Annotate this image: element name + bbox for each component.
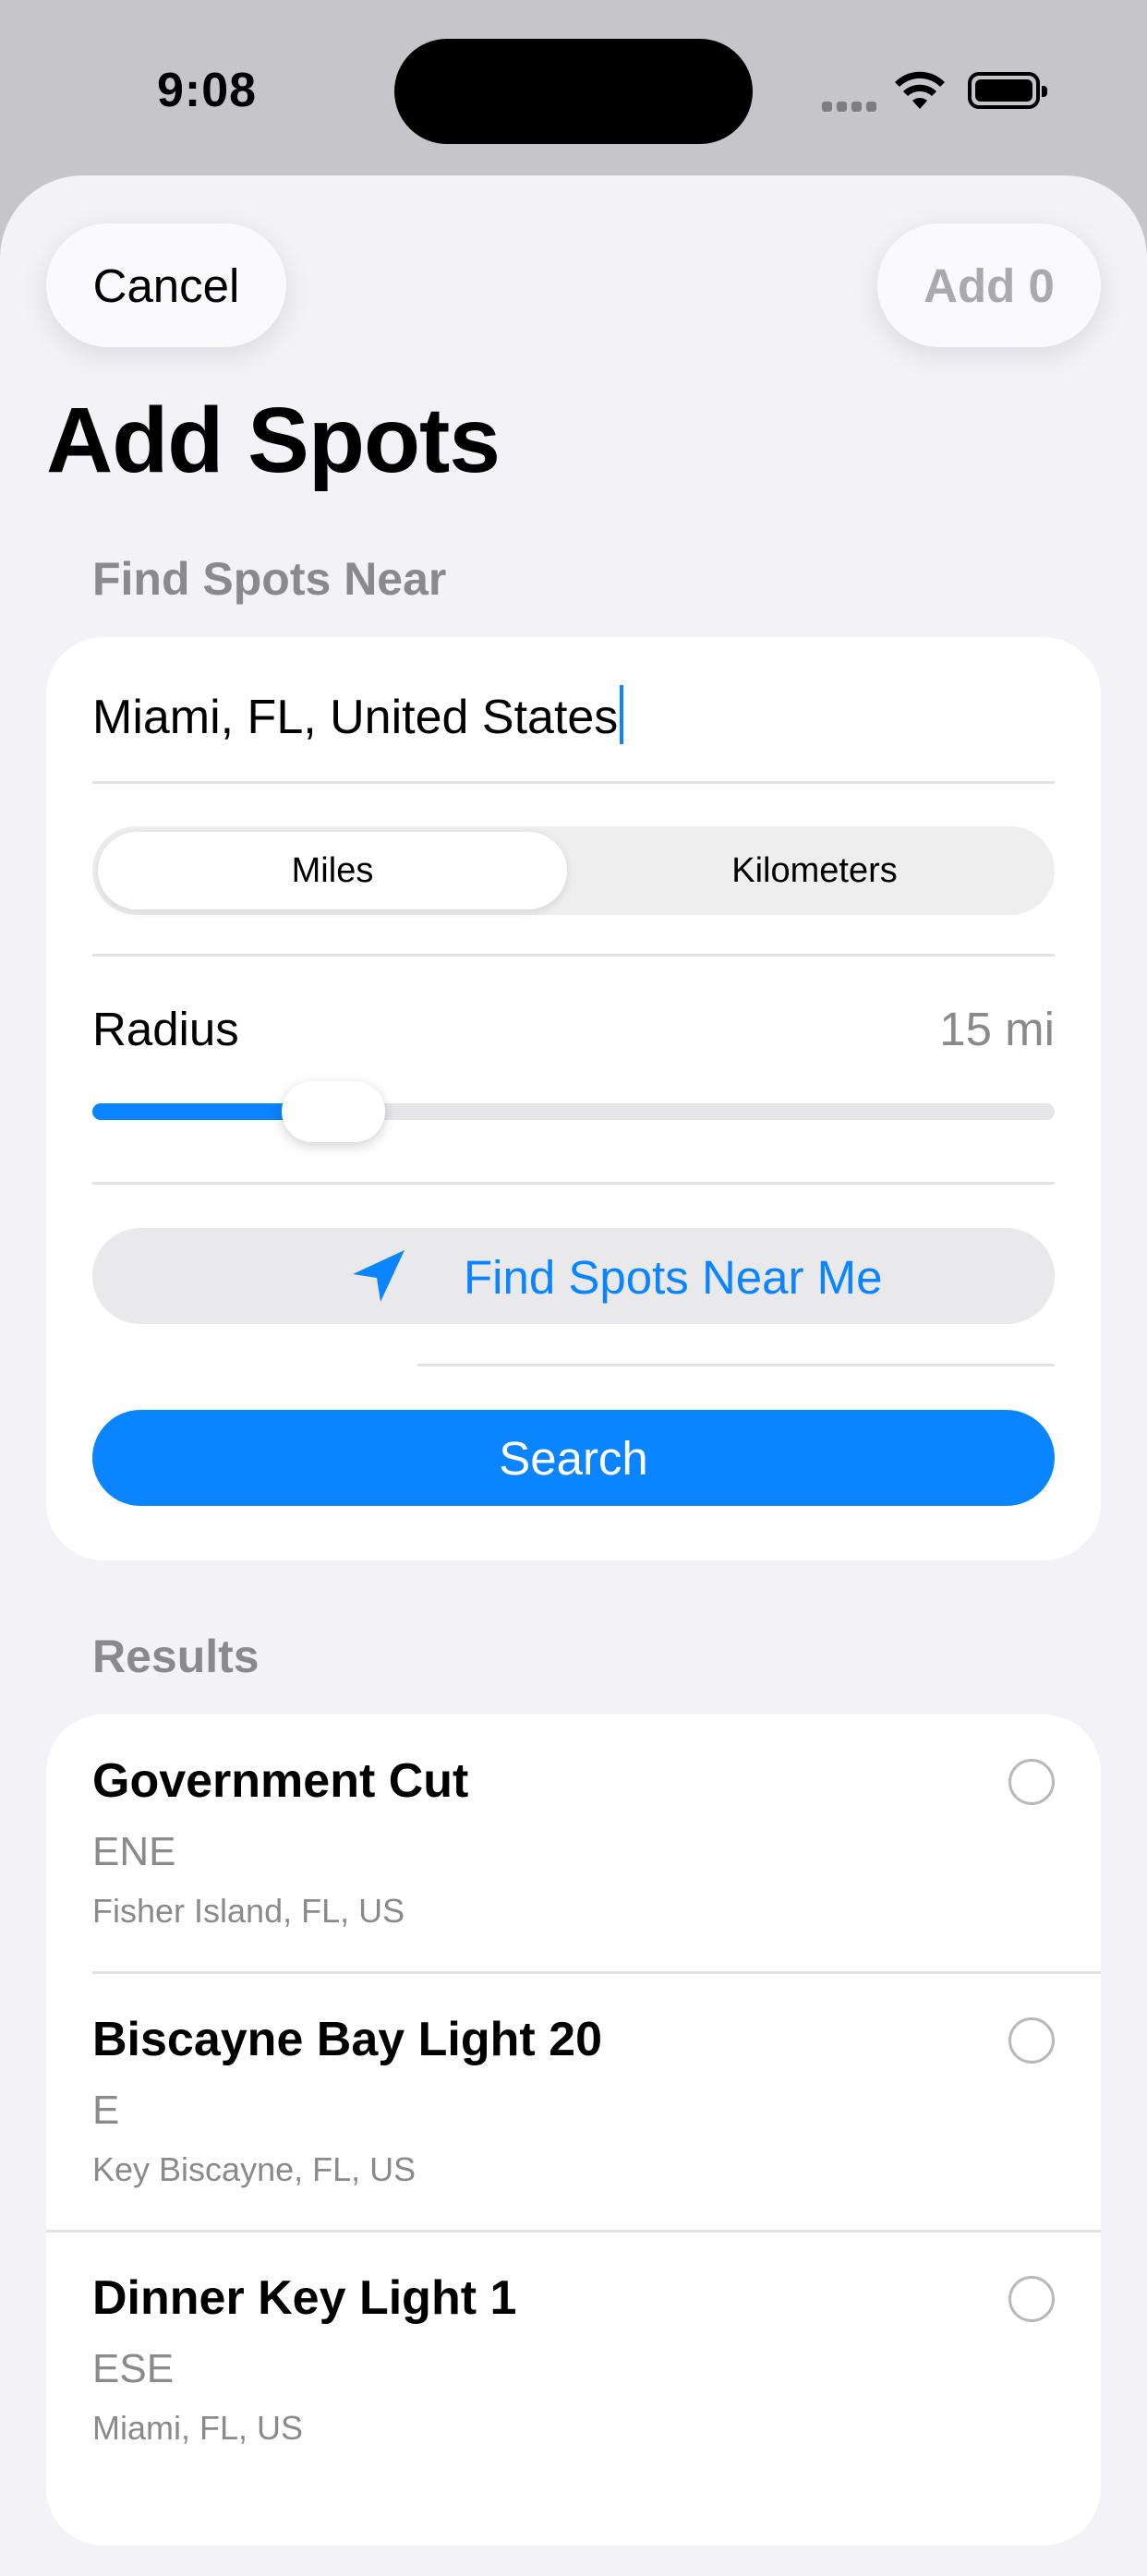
radio-empty-icon[interactable] bbox=[1008, 2017, 1055, 2064]
radius-value: 15 mi bbox=[939, 1003, 1055, 1055]
radius-slider-thumb[interactable] bbox=[281, 1081, 385, 1142]
result-item[interactable]: Government Cut ENE Fisher Island, FL, US bbox=[46, 1715, 1101, 1973]
result-location: Fisher Island, FL, US bbox=[92, 1892, 405, 1930]
dynamic-island bbox=[394, 39, 753, 144]
units-segmented-control[interactable]: Miles Kilometers bbox=[92, 826, 1055, 915]
result-direction: ESE bbox=[92, 2346, 175, 2391]
results-list: Government Cut ENE Fisher Island, FL, US… bbox=[46, 1715, 1101, 2546]
divider bbox=[92, 1182, 1055, 1185]
radius-label: Radius bbox=[92, 1003, 239, 1055]
cellular-signal-icon bbox=[822, 100, 881, 116]
text-caret bbox=[620, 685, 624, 744]
page-title: Add Spots bbox=[46, 389, 501, 492]
divider bbox=[92, 781, 1055, 784]
find-spots-near-me-label: Find Spots Near Me bbox=[464, 1251, 883, 1304]
battery-icon bbox=[968, 72, 1047, 109]
result-direction: E bbox=[92, 2088, 120, 2133]
search-card: Miami, FL, United States Miles Kilometer… bbox=[46, 637, 1101, 1560]
radio-empty-icon[interactable] bbox=[1008, 1759, 1055, 1805]
result-location: Key Biscayne, FL, US bbox=[92, 2150, 417, 2188]
status-time: 9:08 bbox=[157, 64, 258, 117]
result-item[interactable]: Biscayne Bay Light 20 E Key Biscayne, FL… bbox=[46, 1973, 1101, 2232]
results-section-header: Results bbox=[92, 1631, 260, 1682]
segment-miles[interactable]: Miles bbox=[98, 832, 567, 909]
find-spots-near-me-button[interactable]: Find Spots Near Me bbox=[92, 1228, 1055, 1324]
search-button[interactable]: Search bbox=[92, 1410, 1055, 1506]
result-name: Biscayne Bay Light 20 bbox=[92, 2013, 602, 2066]
add-spots-sheet: Cancel Add 0 Add Spots Find Spots Near M… bbox=[0, 175, 1147, 2576]
status-bar: 9:08 bbox=[0, 0, 1147, 175]
divider bbox=[92, 954, 1055, 957]
result-name: Dinner Key Light 1 bbox=[92, 2271, 517, 2325]
divider bbox=[417, 1364, 1055, 1366]
location-input[interactable]: Miami, FL, United States bbox=[92, 685, 624, 745]
result-name: Government Cut bbox=[92, 1754, 469, 1808]
radio-empty-icon[interactable] bbox=[1008, 2276, 1055, 2322]
location-input-value: Miami, FL, United States bbox=[92, 691, 619, 744]
wifi-icon bbox=[895, 71, 945, 109]
result-item[interactable]: Dinner Key Light 1 ESE Miami, FL, US bbox=[46, 2232, 1101, 2490]
find-spots-section-header: Find Spots Near bbox=[92, 553, 447, 605]
segment-kilometers[interactable]: Kilometers bbox=[580, 832, 1049, 909]
result-location: Miami, FL, US bbox=[92, 2409, 304, 2447]
cancel-button[interactable]: Cancel bbox=[46, 223, 286, 347]
add-button[interactable]: Add 0 bbox=[877, 223, 1101, 347]
location-arrow-icon bbox=[353, 1250, 404, 1302]
radius-slider[interactable] bbox=[92, 1081, 1055, 1142]
result-direction: ENE bbox=[92, 1829, 176, 1874]
